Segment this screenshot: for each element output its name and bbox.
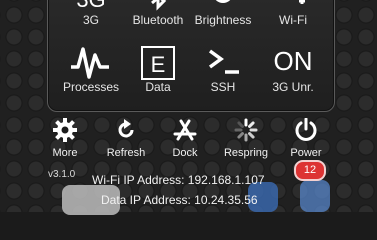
toggle-label: 3G Unr.	[272, 80, 314, 94]
spinner-icon	[234, 118, 258, 142]
action-label: Refresh	[106, 147, 146, 159]
toggle-label: SSH	[210, 80, 236, 94]
refresh-icon	[118, 119, 134, 138]
action-label: Power	[290, 147, 322, 159]
power-icon	[295, 118, 317, 141]
app-store-icon	[173, 119, 197, 141]
version-label: v3.1.0	[48, 169, 76, 180]
notification-badge: 12	[294, 160, 326, 181]
background-app-icon[interactable]	[300, 180, 330, 212]
wifi-ip-address: Wi-Fi IP Address: 192.168.1.107	[92, 173, 265, 187]
action-label: Dock	[172, 147, 198, 159]
action-label: Respring	[223, 147, 269, 159]
toggle-panel: 3G 3G Bluetooth Brightness Wi-Fi Process…	[47, 0, 335, 112]
data-ip-address: Data IP Address: 10.24.35.56	[101, 193, 258, 207]
svg-text:E: E	[151, 52, 166, 77]
toggle-label: Wi-Fi	[279, 13, 307, 27]
toggle-label: Brightness	[194, 13, 252, 27]
terminal-icon	[183, 43, 263, 83]
gear-icon	[53, 118, 77, 142]
svg-text:3G: 3G	[76, 0, 105, 12]
action-label: More	[52, 147, 78, 159]
